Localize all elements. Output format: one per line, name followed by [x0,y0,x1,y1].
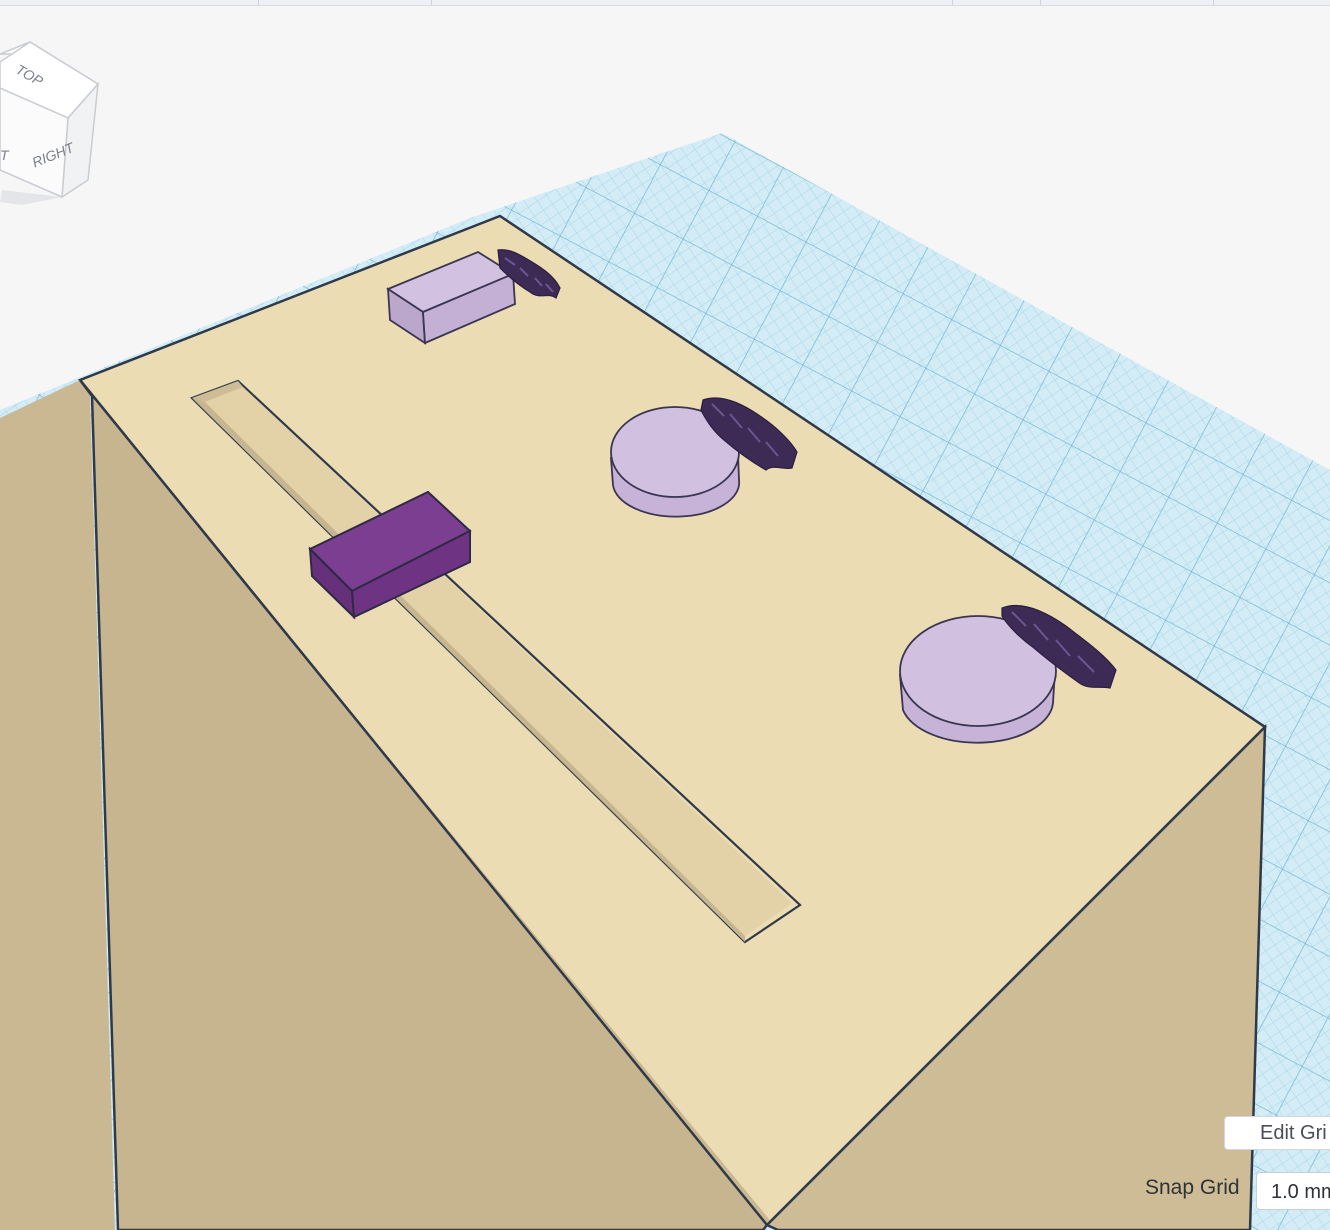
view-cube[interactable]: TOP RIGHT T [0,40,110,210]
snap-grid-select[interactable]: 1.0 mm [1256,1172,1330,1210]
view-cube-front-label[interactable]: T [0,147,10,163]
3d-viewport[interactable] [0,0,1330,1230]
snap-grid-label: Snap Grid [1145,1176,1240,1199]
edit-grid-button[interactable]: Edit Gri [1224,1116,1330,1150]
